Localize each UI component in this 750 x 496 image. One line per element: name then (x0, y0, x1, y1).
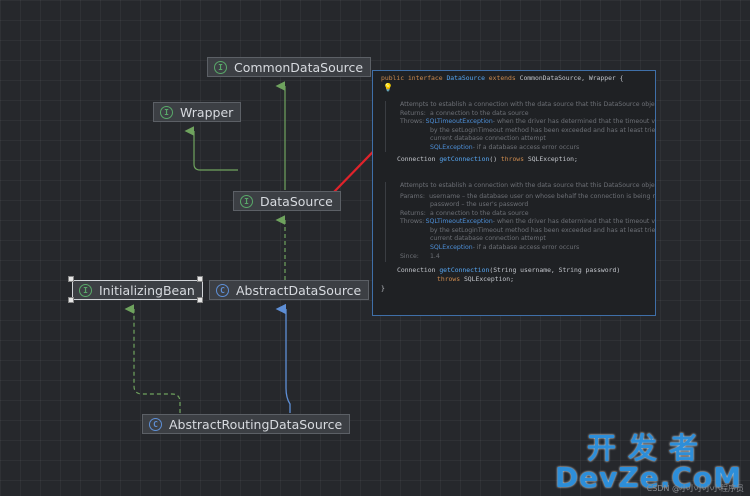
node-abstract-routing-data-source[interactable]: C AbstractRoutingDataSource (142, 414, 351, 434)
interface-icon: I (214, 60, 227, 74)
node-label: AbstractDataSource (236, 282, 362, 298)
selection-handle[interactable] (197, 276, 203, 282)
method-signature-2-throws: throws SQLException; (437, 274, 514, 283)
abstract-class-icon: C (149, 417, 162, 431)
method-signature-2: Connection getConnection(String username… (397, 265, 621, 274)
interface-declaration: public interface DataSource extends Comm… (381, 74, 624, 82)
interface-icon: I (240, 194, 253, 208)
selection-handle[interactable] (68, 276, 74, 282)
javadoc-block-1: Attempts to establish a connection with … (385, 101, 655, 152)
selection-handle[interactable] (197, 297, 203, 303)
source-preview-popup[interactable]: public interface DataSource extends Comm… (372, 70, 656, 316)
node-wrapper[interactable]: I Wrapper (153, 102, 242, 122)
interface-icon: I (79, 283, 92, 297)
selection-handle[interactable] (68, 297, 74, 303)
javadoc-block-2: Attempts to establish a connection with … (385, 182, 655, 262)
node-common-data-source[interactable]: I CommonDataSource (207, 57, 372, 77)
watermark-credit: CSDN @小小小小小程序员 (646, 484, 744, 493)
lightbulb-icon[interactable]: 💡 (381, 83, 655, 92)
node-label: AbstractRoutingDataSource (169, 416, 343, 432)
edge-datasource-extends-wrapper (184, 126, 238, 171)
edge-routing-extends-abstractdatasource (275, 303, 291, 413)
node-initializing-bean[interactable]: I InitializingBean (72, 280, 203, 300)
node-label: InitializingBean (99, 282, 195, 298)
node-label: DataSource (260, 193, 333, 209)
edge-routing-implements-initializingbean (124, 304, 181, 413)
node-data-source[interactable]: I DataSource (233, 191, 341, 211)
watermark-cn: 开发者 (586, 431, 710, 465)
interface-icon: I (160, 105, 173, 119)
method-signature-1: Connection getConnection() throws SQLExc… (397, 155, 578, 163)
node-abstract-data-source[interactable]: C AbstractDataSource (209, 280, 370, 300)
node-label: CommonDataSource (234, 59, 364, 75)
closing-brace: } (381, 283, 385, 292)
node-label: Wrapper (180, 104, 234, 120)
abstract-class-icon: C (216, 283, 229, 297)
